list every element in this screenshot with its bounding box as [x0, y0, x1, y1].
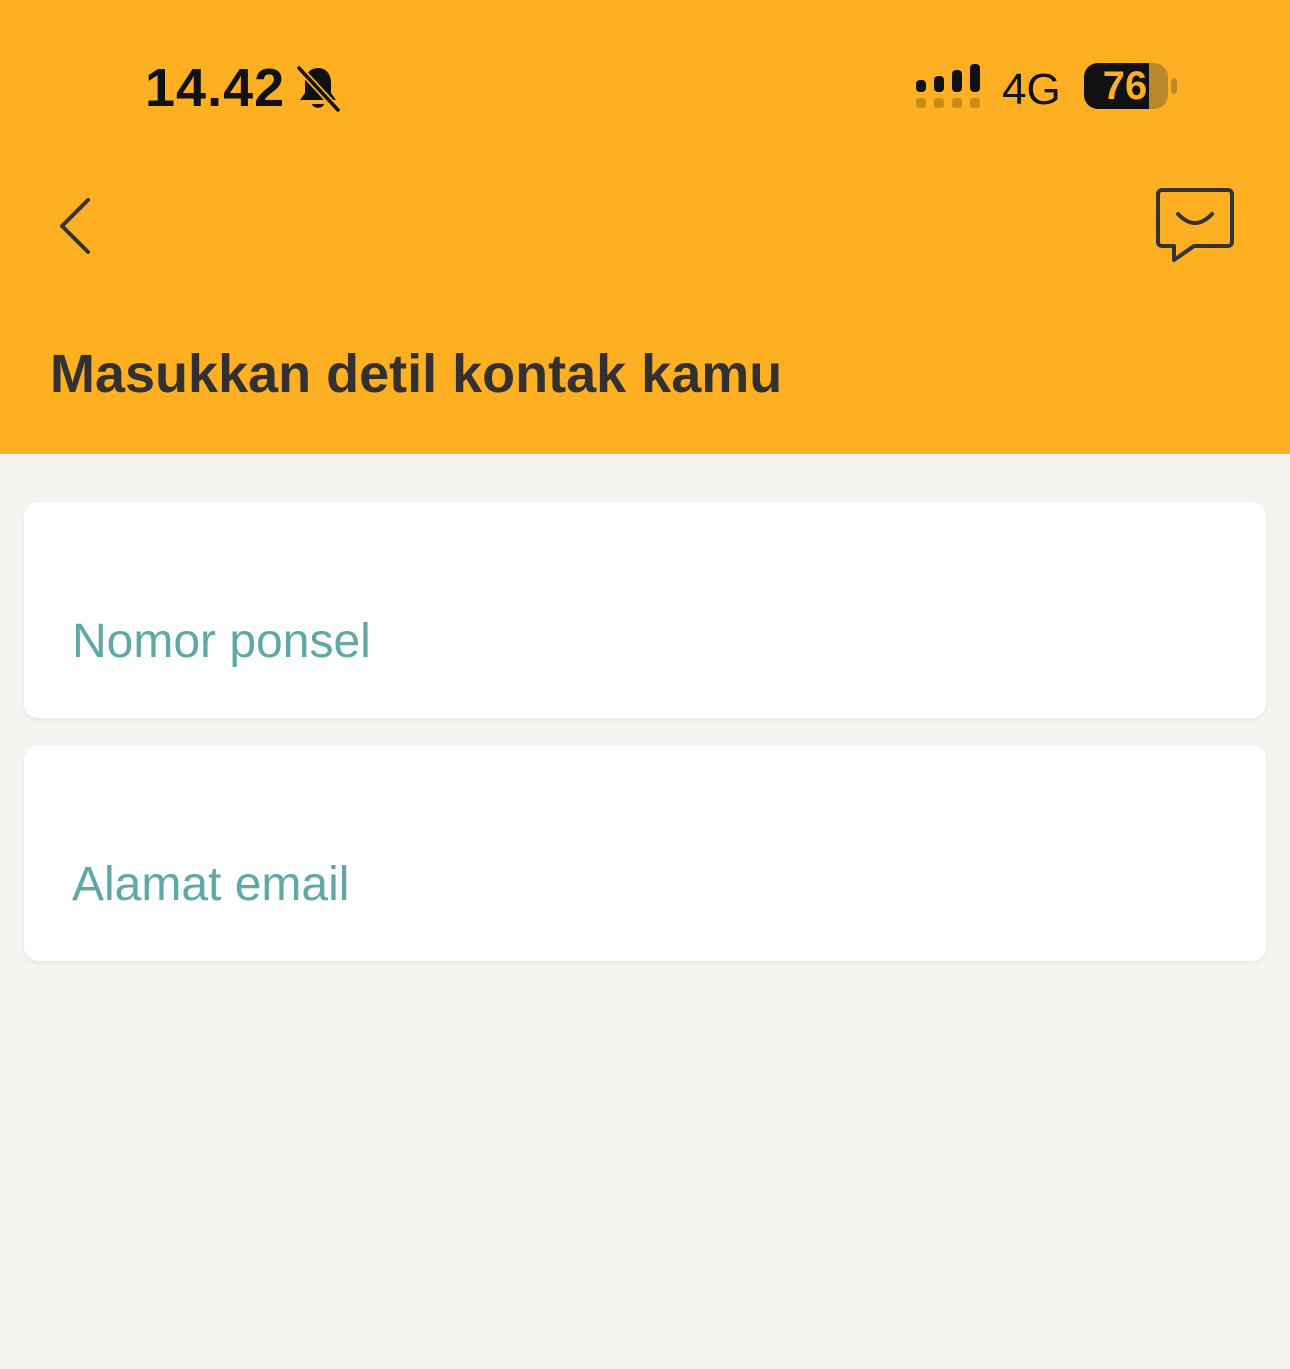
page-title: Masukkan detil kontak kamu — [50, 344, 783, 404]
header-bar: 14.42 4G 76 Masukkan detil kontak kamu — [0, 0, 1290, 454]
status-time: 14.42 — [145, 58, 286, 118]
battery-level: 76 — [1102, 64, 1148, 108]
signal-icon — [916, 64, 980, 108]
bell-muted-icon — [295, 64, 342, 114]
email-address-field[interactable]: Alamat email — [24, 745, 1266, 961]
phone-number-field[interactable]: Nomor ponsel — [24, 502, 1266, 718]
email-address-label: Alamat email — [72, 858, 350, 911]
back-button[interactable] — [40, 180, 120, 270]
network-type: 4G — [1002, 65, 1061, 114]
chat-support-button[interactable] — [1150, 180, 1242, 272]
phone-number-label: Nomor ponsel — [72, 615, 371, 668]
